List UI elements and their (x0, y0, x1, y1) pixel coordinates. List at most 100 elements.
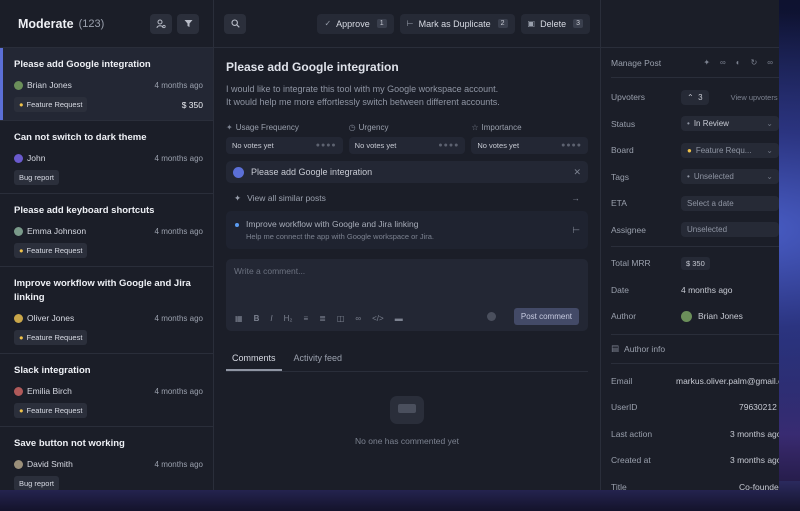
board-tag: ● Feature Request (14, 330, 88, 345)
importance-rating[interactable]: No votes yet ●●●● (471, 137, 589, 154)
shortcut-badge: 1 (376, 19, 387, 28)
linked-post[interactable]: Improve workflow with Google and Jira li… (226, 211, 588, 249)
post-sidebar: Manage Post ✦ ∞ ◐ ↻ ∞ Upvoters ⌃ 3 View … (600, 0, 779, 490)
bullet-list-icon[interactable]: ≡ (303, 314, 308, 323)
assignee-select[interactable]: Unselected (681, 222, 779, 238)
avatar (14, 313, 23, 323)
list-item[interactable]: Improve workflow with Google and Jira li… (0, 267, 213, 354)
board-tag: ● Feature Request (14, 243, 88, 258)
embed-icon[interactable]: ▬ (395, 314, 403, 323)
arrow-right-icon: → (571, 193, 581, 203)
pie-chart-icon[interactable]: ◐ (736, 58, 741, 67)
post-title: Save button not working (14, 438, 125, 449)
empty-message: No one has commented yet (355, 436, 459, 446)
moderate-window: Moderate (123) Please add Google integra… (0, 0, 779, 490)
tags-select[interactable]: • Unselected ⌄ (681, 169, 779, 185)
list-item[interactable]: Save button not working David Smith 4 mo… (0, 427, 213, 490)
delete-button[interactable]: ▣ Delete 3 (520, 13, 590, 34)
rating-dots-icon[interactable]: ●●●● (438, 142, 459, 149)
pin-icon[interactable]: ✦ (703, 58, 710, 67)
numbered-list-icon[interactable]: ≣ (319, 314, 326, 323)
similar-post-card[interactable]: Please add Google integration ✕ (226, 161, 588, 183)
sidebar-header (601, 0, 779, 48)
bulb-icon: ● (19, 406, 24, 415)
mark-duplicate-button[interactable]: ⊢ Mark as Duplicate 2 (399, 13, 515, 34)
empty-comments: No one has commented yet (226, 396, 588, 446)
emoji-icon[interactable] (487, 312, 496, 321)
post-count: (123) (78, 17, 105, 30)
comment-tabs: Comments Activity feed (226, 347, 588, 372)
author-row: Author Brian Jones (611, 310, 743, 322)
shortcut-badge: 2 (497, 19, 508, 28)
board-row: Board ● Feature Requ... ⌄ (611, 137, 779, 164)
manage-post-label: Manage Post (611, 57, 662, 68)
tab-activity-feed[interactable]: Activity feed (288, 347, 349, 371)
post-author: John (27, 153, 46, 163)
check-icon: ✓ (324, 19, 332, 28)
clock-icon: ◷ (348, 123, 356, 132)
user-card-icon: ▤ (611, 343, 620, 353)
chevron-down-icon: ⌄ (766, 145, 773, 155)
board-tag: ● Feature Request (14, 403, 88, 418)
sparkle-icon: ✦ (226, 123, 233, 132)
merge-icon[interactable]: ⊢ (572, 225, 580, 236)
rating-dots-icon[interactable]: ●●●● (316, 142, 337, 149)
filter-button[interactable] (177, 13, 199, 34)
search-button[interactable] (224, 13, 246, 34)
chevron-up-icon: ⌃ (687, 92, 694, 102)
code-block-icon[interactable]: ◫ (337, 314, 345, 323)
approve-button[interactable]: ✓ Approve 1 (317, 13, 394, 34)
view-upvoters-link[interactable]: View upvoters (731, 93, 778, 102)
avatar (14, 153, 23, 163)
similar-post-icon (233, 166, 244, 178)
post-mrr: $ 350 (181, 99, 203, 110)
refresh-icon[interactable]: ↻ (751, 58, 758, 67)
bulb-icon: ● (687, 145, 692, 155)
status-row: Status • In Review ⌄ (611, 111, 779, 138)
board-select[interactable]: ● Feature Requ... ⌄ (681, 142, 779, 158)
user-settings-button[interactable] (150, 13, 172, 34)
status-dot-icon: • (687, 119, 690, 129)
usage-frequency-metric: ✦ Usage Frequency No votes yet ●●●● (226, 123, 343, 154)
post-detail-panel: ✓ Approve 1 ⊢ Mark as Duplicate 2 ▣ Dele… (214, 0, 600, 490)
link-icon[interactable]: ∞ (720, 58, 726, 67)
eta-date-picker[interactable]: Select a date (681, 195, 779, 211)
post-time: 4 months ago (154, 313, 203, 323)
post-list: Please add Google integration Brian Jone… (0, 48, 213, 490)
italic-icon[interactable]: I (270, 314, 272, 323)
image-icon[interactable]: ▦ (235, 314, 243, 323)
tab-comments[interactable]: Comments (226, 347, 282, 371)
post-author: Emilia Birch (27, 386, 72, 396)
code-icon[interactable]: </> (372, 314, 384, 323)
upvote-button[interactable]: ⌃ 3 (681, 89, 709, 105)
list-item[interactable]: Can not switch to dark theme John 4 mont… (0, 121, 213, 194)
urgency-rating[interactable]: No votes yet ●●●● (348, 137, 466, 154)
post-title: Please add keyboard shortcuts (14, 205, 155, 216)
list-item[interactable]: Slack integration Emilia Birch 4 months … (0, 354, 213, 427)
rating-dots-icon[interactable]: ●●●● (561, 142, 582, 149)
chevron-down-icon: ⌄ (766, 119, 773, 129)
link-icon[interactable]: ∞ (355, 314, 361, 323)
comment-editor[interactable]: Write a comment... ▦ B I H₂ ≡ ≣ ◫ ∞ </> … (226, 259, 588, 331)
action-bar: ✓ Approve 1 ⊢ Mark as Duplicate 2 ▣ Dele… (214, 0, 600, 48)
inbox-icon (390, 396, 424, 424)
date-row: Date 4 months ago (611, 284, 733, 295)
list-item[interactable]: Please add keyboard shortcuts Emma Johns… (0, 194, 213, 267)
status-select[interactable]: • In Review ⌄ (681, 116, 779, 132)
bulb-icon: ● (19, 246, 24, 255)
author-info-section[interactable]: ▤ Author info (611, 333, 779, 364)
comment-input[interactable]: Write a comment... (234, 266, 580, 276)
list-item[interactable]: Please add Google integration Brian Jone… (0, 48, 213, 121)
email-row: Email markus.oliver.palm@gmail.com (611, 375, 779, 386)
usage-frequency-rating[interactable]: No votes yet ●●●● (226, 137, 343, 154)
avatar (14, 459, 23, 469)
heading-icon[interactable]: H₂ (284, 314, 293, 323)
manage-post-row: Manage Post ✦ ∞ ◐ ↻ ∞ (611, 48, 779, 78)
post-list-panel: Moderate (123) Please add Google integra… (0, 0, 214, 490)
attach-icon[interactable]: ∞ (767, 58, 773, 67)
close-icon[interactable]: ✕ (573, 167, 581, 178)
post-author: Emma Johnson (27, 226, 87, 236)
bold-icon[interactable]: B (254, 314, 260, 323)
post-comment-button[interactable]: Post comment (513, 308, 579, 325)
view-all-similar-link[interactable]: ✦ View all similar posts → (226, 187, 588, 209)
